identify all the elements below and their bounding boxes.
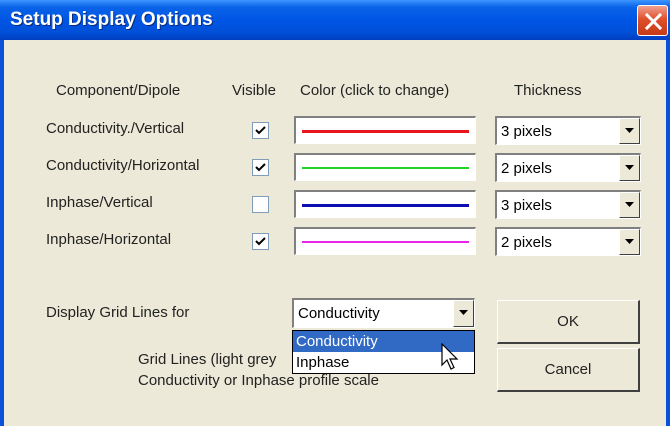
close-icon <box>644 12 663 31</box>
grid-lines-label: Display Grid Lines for <box>46 304 190 321</box>
thickness-value: 2 pixels <box>501 234 552 251</box>
color-swatch[interactable] <box>294 227 476 255</box>
thickness-select[interactable]: 2 pixels <box>495 227 641 256</box>
dropdown-arrow-button[interactable] <box>453 300 474 327</box>
thickness-value: 3 pixels <box>501 123 552 140</box>
chevron-down-icon <box>625 239 634 244</box>
thickness-select[interactable]: 3 pixels <box>495 116 641 145</box>
dropdown-arrow-button[interactable] <box>619 155 640 181</box>
header-color: Color (click to change) <box>300 82 450 99</box>
row-label: Inphase/Horizontal <box>46 231 172 248</box>
checkmark-icon <box>255 163 266 172</box>
grid-lines-note-line2: Conductivity or Inphase profile scale <box>138 372 379 389</box>
color-line <box>302 167 469 169</box>
cancel-button-label: Cancel <box>544 361 592 378</box>
chevron-down-icon <box>625 128 634 133</box>
color-swatch[interactable] <box>294 153 476 181</box>
mouse-pointer-icon <box>441 343 459 370</box>
dropdown-arrow-button[interactable] <box>619 118 640 144</box>
dropdown-arrow-button[interactable] <box>619 229 640 255</box>
visible-checkbox[interactable] <box>252 196 269 213</box>
chevron-down-icon <box>459 310 468 315</box>
visible-checkbox[interactable] <box>252 159 269 176</box>
row-label: Conductivity./Vertical <box>46 120 185 137</box>
color-swatch[interactable] <box>294 190 476 218</box>
chevron-down-icon <box>625 165 634 170</box>
chevron-down-icon <box>625 202 634 207</box>
color-line <box>302 130 469 133</box>
visible-checkbox[interactable] <box>252 122 269 139</box>
row-label: Inphase/Vertical <box>46 194 153 211</box>
grid-lines-select[interactable]: Conductivity <box>292 298 475 328</box>
thickness-value: 3 pixels <box>501 197 552 214</box>
thickness-select[interactable]: 3 pixels <box>495 190 641 219</box>
color-swatch[interactable] <box>294 116 476 144</box>
row-label: Conductivity/Horizontal <box>46 157 200 174</box>
window-frame-left <box>0 40 4 426</box>
dialog-window: Setup Display Options Component/Dipole V… <box>0 0 670 426</box>
checkmark-icon <box>255 237 266 246</box>
thickness-select[interactable]: 2 pixels <box>495 153 641 182</box>
title-bar[interactable]: Setup Display Options <box>0 0 670 40</box>
close-button[interactable] <box>637 5 668 36</box>
color-line <box>302 204 469 207</box>
header-visible: Visible <box>232 82 276 99</box>
thickness-value: 2 pixels <box>501 160 552 177</box>
ok-button[interactable]: OK <box>497 300 640 344</box>
checkmark-icon <box>255 126 266 135</box>
grid-lines-note-line1: Grid Lines (light grey <box>138 351 277 368</box>
color-line <box>302 241 469 243</box>
grid-lines-value: Conductivity <box>298 305 380 322</box>
header-component: Component/Dipole <box>56 82 181 99</box>
cancel-button[interactable]: Cancel <box>497 348 640 392</box>
dropdown-arrow-button[interactable] <box>619 192 640 218</box>
visible-checkbox[interactable] <box>252 233 269 250</box>
window-frame-right <box>666 40 670 426</box>
ok-button-label: OK <box>557 313 579 330</box>
window-title: Setup Display Options <box>10 9 213 30</box>
header-thickness: Thickness <box>514 82 582 99</box>
